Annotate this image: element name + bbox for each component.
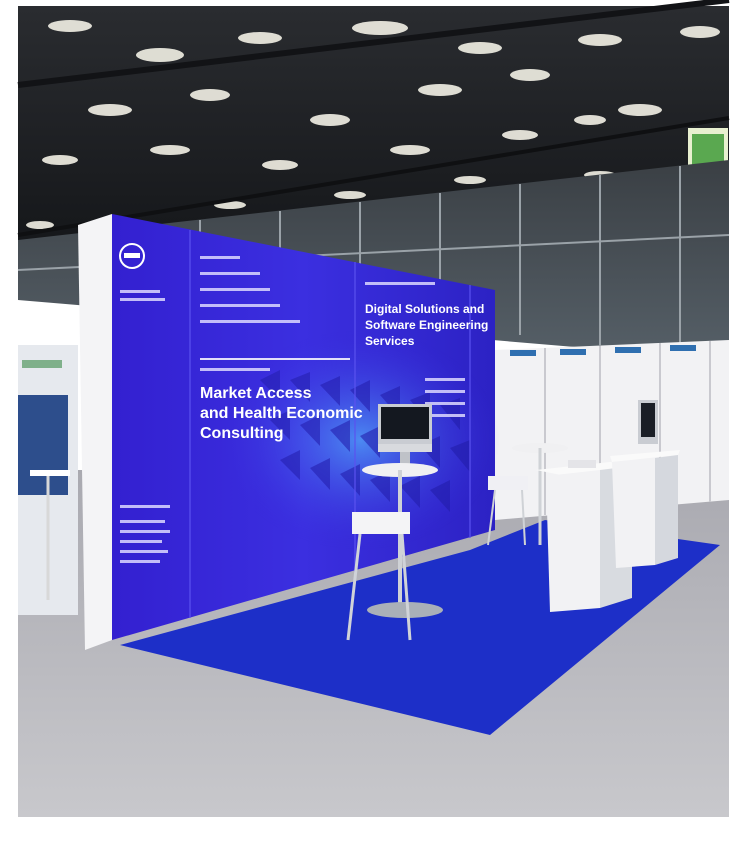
headline-1-line-1: Market Access (200, 385, 312, 402)
trade-show-booth-photo: Market Access and Health Economic Consul… (0, 0, 737, 843)
headline-1-line-2: and Health Economic (200, 405, 363, 422)
headline-2-line-1: Digital Solutions and (365, 302, 484, 316)
headline-2-line-2: Software Engineering (365, 318, 488, 332)
neighbor-booth (18, 345, 78, 615)
headline-1-line-3: Consulting (200, 425, 284, 442)
headline-2-line-3: Services (365, 334, 415, 348)
